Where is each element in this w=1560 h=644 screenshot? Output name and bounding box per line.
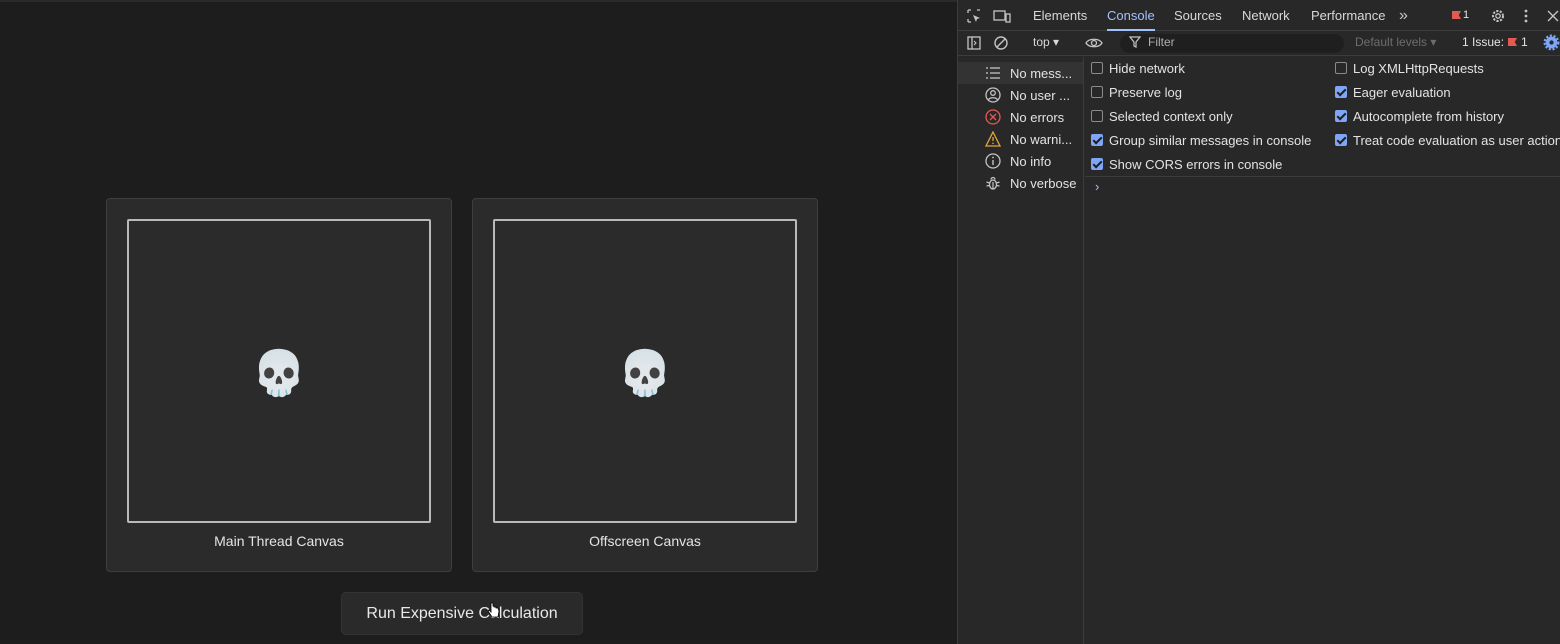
tab-sources[interactable]: Sources (1174, 0, 1222, 31)
live-expression-eye-icon[interactable] (1085, 35, 1103, 51)
sidebar-item-warnings[interactable]: No warni... (958, 128, 1083, 150)
devtools-tabbar: Elements Console Sources Network Perform… (958, 0, 1560, 31)
issues-count: 1 (1521, 35, 1528, 49)
log-levels-dropdown[interactable]: Default levels ▾ (1355, 35, 1436, 49)
tab-console[interactable]: Console (1107, 0, 1155, 31)
context-selector[interactable]: top ▾ (1033, 35, 1059, 49)
skull-icon: 💀 (251, 348, 307, 399)
console-settings-gear-icon[interactable] (1543, 34, 1560, 51)
more-tabs-icon[interactable]: » (1399, 0, 1408, 31)
checkbox-checked[interactable] (1091, 158, 1103, 170)
more-options-icon[interactable] (1517, 7, 1535, 25)
tab-network[interactable]: Network (1242, 0, 1290, 31)
main-thread-card: 💀 Main Thread Canvas (106, 198, 452, 572)
tab-elements[interactable]: Elements (1033, 0, 1087, 31)
error-icon (985, 109, 1001, 125)
console-toolbar: top ▾ Filter Default levels ▾ 1 Issue: 1 (958, 31, 1560, 56)
devtools-panel: Elements Console Sources Network Perform… (957, 0, 1560, 644)
checkbox-checked[interactable] (1091, 134, 1103, 146)
offscreen-label: Offscreen Canvas (589, 533, 701, 549)
device-toolbar-icon[interactable] (993, 7, 1011, 25)
info-icon (985, 153, 1001, 169)
hand-cursor-icon (488, 602, 500, 618)
sidebar-toggle-icon[interactable] (966, 35, 982, 51)
opt-show-cors-errors[interactable]: Show CORS errors in console (1091, 154, 1282, 174)
warning-icon (985, 131, 1001, 147)
checkbox[interactable] (1335, 62, 1347, 74)
opt-autocomplete-history[interactable]: Autocomplete from history (1335, 106, 1504, 126)
opt-treat-code-eval-user-action[interactable]: Treat code evaluation as user action (1335, 130, 1560, 150)
checkbox[interactable] (1091, 86, 1103, 98)
opt-eager-evaluation[interactable]: Eager evaluation (1335, 82, 1451, 102)
settings-gear-icon[interactable] (1489, 7, 1507, 25)
offscreen-canvas[interactable]: 💀 (493, 219, 797, 523)
sidebar-item-user-messages[interactable]: No user ... (958, 84, 1083, 106)
error-count-badge[interactable]: 1 (1452, 9, 1469, 21)
web-page: 💀 Main Thread Canvas 💀 Offscreen Canvas … (0, 0, 957, 644)
main-thread-label: Main Thread Canvas (214, 533, 344, 549)
skull-icon: 💀 (617, 348, 673, 399)
list-icon (986, 67, 1000, 79)
bug-icon (986, 176, 1000, 190)
sidebar-item-verbose[interactable]: No verbose (958, 172, 1083, 194)
opt-log-xmlhttprequests[interactable]: Log XMLHttpRequests (1335, 58, 1484, 78)
issue-flag-icon (1508, 38, 1518, 46)
offscreen-card: 💀 Offscreen Canvas (472, 198, 818, 572)
checkbox-checked[interactable] (1335, 86, 1347, 98)
opt-hide-network[interactable]: Hide network (1091, 58, 1185, 78)
checkbox[interactable] (1091, 110, 1103, 122)
main-thread-canvas[interactable]: 💀 (127, 219, 431, 523)
checkbox[interactable] (1091, 62, 1103, 74)
error-flag-icon (1452, 11, 1461, 19)
sidebar-item-info[interactable]: No info (958, 150, 1083, 172)
close-devtools-icon[interactable] (1544, 7, 1560, 25)
console-settings-pane: Hide network Preserve log Selected conte… (1085, 57, 1560, 177)
clear-console-icon[interactable] (993, 35, 1009, 51)
filter-funnel-icon (1128, 36, 1142, 48)
opt-group-similar[interactable]: Group similar messages in console (1091, 130, 1311, 150)
inspect-element-icon[interactable] (965, 7, 983, 25)
user-icon (985, 87, 1001, 103)
opt-preserve-log[interactable]: Preserve log (1091, 82, 1182, 102)
tab-performance[interactable]: Performance (1311, 0, 1385, 31)
checkbox-checked[interactable] (1335, 134, 1347, 146)
filter-placeholder: Filter (1148, 35, 1175, 49)
console-sidebar: No mess... No user ... No errors No warn… (958, 57, 1084, 644)
opt-selected-context-only[interactable]: Selected context only (1091, 106, 1233, 126)
issues-button[interactable]: 1 Issue: 1 (1462, 35, 1528, 49)
checkbox-checked[interactable] (1335, 110, 1347, 122)
sidebar-item-errors[interactable]: No errors (958, 106, 1083, 128)
console-prompt-icon[interactable]: › (1095, 179, 1099, 194)
run-expensive-calculation-button[interactable]: Run Expensive Calculation (341, 592, 583, 635)
issues-label: 1 Issue: (1462, 35, 1505, 49)
sidebar-item-messages[interactable]: No mess... (958, 62, 1083, 84)
